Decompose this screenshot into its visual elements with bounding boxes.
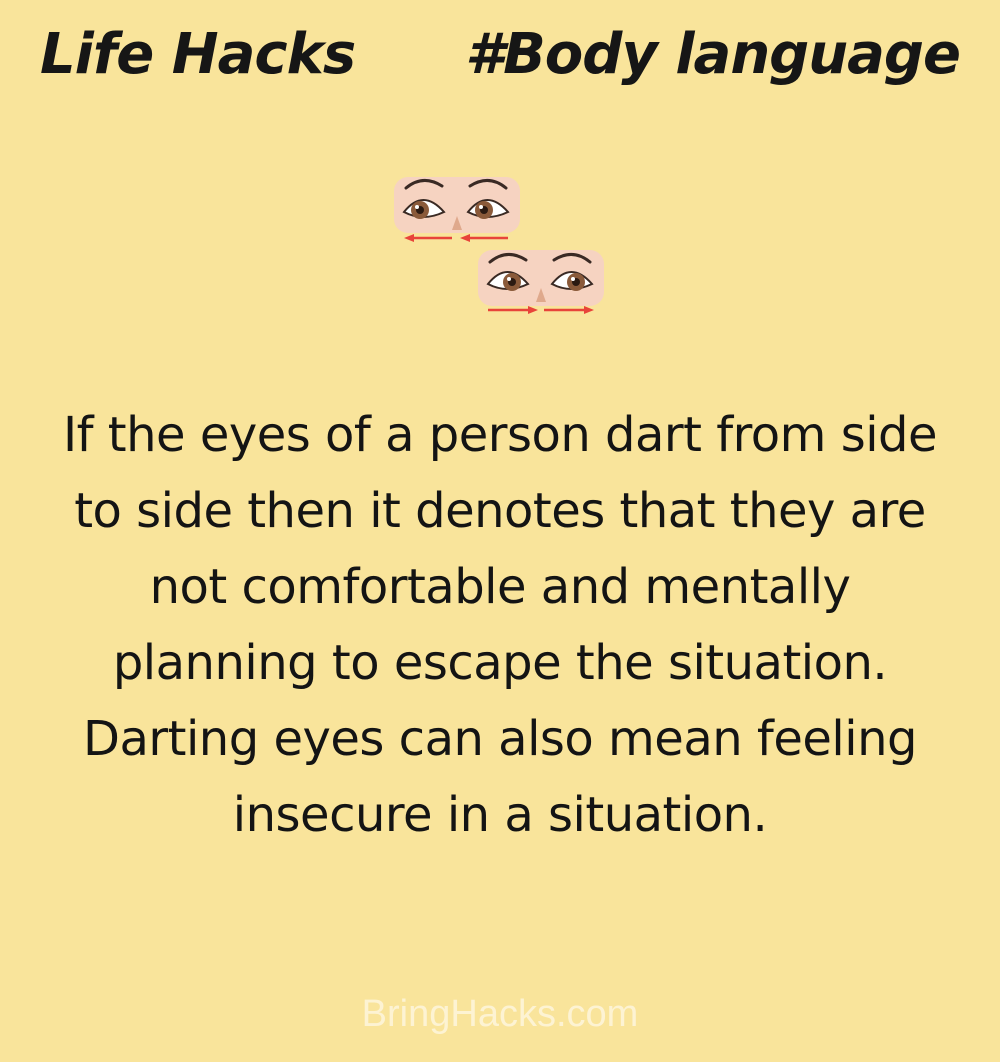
darting-eyes-illustration [388,170,618,320]
site-watermark: BringHacks.com [361,993,639,1035]
eyes-looking-right [478,250,604,314]
hack-description: If the eyes of a person dart from side t… [62,407,938,843]
header-body-language-tag: #Body language [465,22,961,87]
eyes-looking-left [394,177,520,242]
header-life-hacks: Life Hacks [40,22,356,87]
darting-eyes-icon [394,177,604,314]
